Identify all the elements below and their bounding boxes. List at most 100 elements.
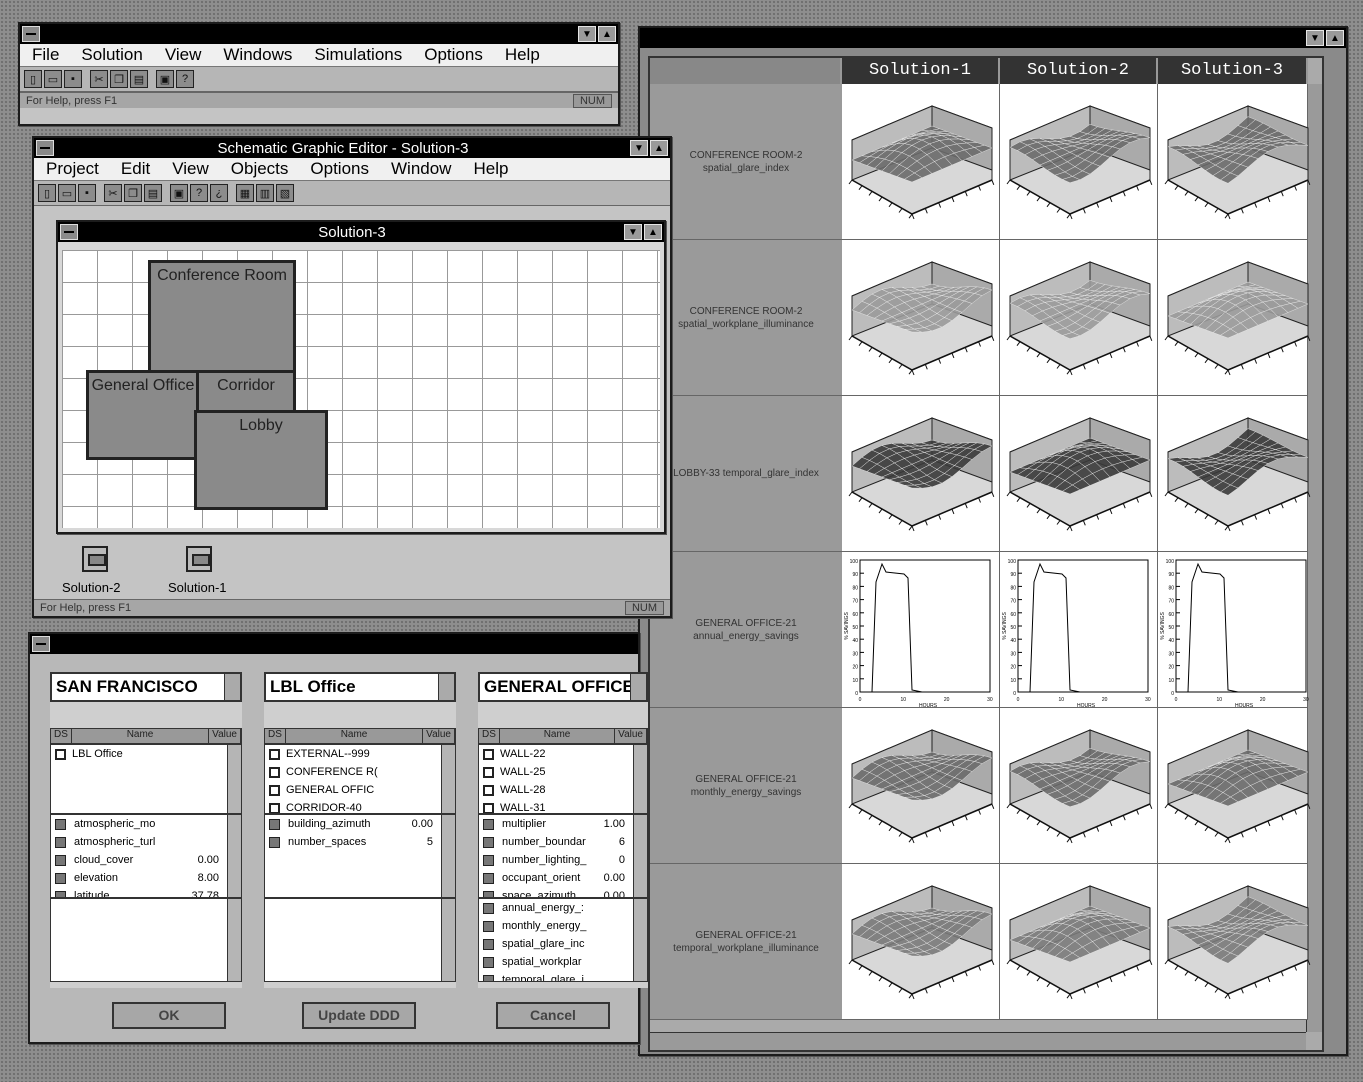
object-row[interactable]: GENERAL OFFIC bbox=[265, 781, 455, 799]
print-icon[interactable]: ▣ bbox=[156, 70, 174, 88]
editor-system-menu-icon[interactable] bbox=[36, 140, 54, 156]
object-row[interactable]: WALL-22 bbox=[479, 745, 647, 763]
maximize-button[interactable]: ▲ bbox=[598, 26, 616, 42]
context-help-icon[interactable]: ¿ bbox=[210, 184, 228, 202]
combo-arrow-icon[interactable] bbox=[630, 674, 646, 700]
browser-title-bar[interactable] bbox=[30, 634, 638, 654]
location-combo[interactable]: SAN FRANCISCO bbox=[50, 672, 242, 702]
save-icon[interactable]: ▪ bbox=[64, 70, 82, 88]
paste-icon[interactable]: ▤ bbox=[130, 70, 148, 88]
document-maximize-button[interactable]: ▲ bbox=[644, 224, 662, 240]
combo-arrow-icon[interactable] bbox=[438, 674, 454, 700]
row-label[interactable]: CONFERENCE ROOM-2 spatial_workplane_illu… bbox=[650, 240, 842, 396]
graph-cell[interactable] bbox=[1158, 84, 1311, 240]
solution-2-icon-label[interactable]: Solution-2 bbox=[62, 580, 121, 595]
object-row[interactable]: WALL-31 bbox=[479, 799, 647, 813]
header-value[interactable]: Value bbox=[209, 729, 241, 743]
graph-cell[interactable] bbox=[1000, 864, 1158, 1020]
schematic-canvas[interactable]: Conference Room General Office Corridor … bbox=[62, 250, 660, 528]
graph-cell[interactable] bbox=[842, 708, 1000, 864]
graph-cell[interactable] bbox=[1158, 708, 1311, 864]
object-row[interactable]: WALL-25 bbox=[479, 763, 647, 781]
output-row[interactable]: spatial_glare_inc bbox=[479, 935, 647, 953]
document-system-menu-icon[interactable] bbox=[60, 224, 78, 240]
editor-menu-edit[interactable]: Edit bbox=[121, 159, 150, 179]
grid-toggle-icon[interactable]: ▦ bbox=[236, 184, 254, 202]
room-lobby[interactable]: Lobby bbox=[194, 410, 328, 510]
layout-icon[interactable]: ▥ bbox=[256, 184, 274, 202]
print-schematic-icon[interactable]: ▣ bbox=[170, 184, 188, 202]
graph-cell[interactable]: 100 90 80 70 60 50 40 30 20 10 0 0 10 20 30% SAVINGS HO… bbox=[1000, 552, 1158, 708]
menu-windows[interactable]: Windows bbox=[223, 45, 292, 65]
editor-menu-options[interactable]: Options bbox=[310, 159, 369, 179]
objects-list[interactable]: EXTERNAL--999 CONFERENCE R(GENERAL OFFIC C… bbox=[264, 744, 456, 814]
document-title-bar[interactable]: Solution-3 ▼ ▲ bbox=[58, 222, 664, 242]
location-combo[interactable]: LBL Office bbox=[264, 672, 456, 702]
editor-menu-window[interactable]: Window bbox=[391, 159, 451, 179]
graph-cell[interactable]: 100 90 80 70 60 50 40 30 20 10 0 0 10 20 30% SAVINGS HO… bbox=[842, 552, 1000, 708]
graph-cell[interactable] bbox=[1000, 84, 1158, 240]
solution-1-document-icon[interactable] bbox=[186, 546, 212, 572]
header-name[interactable]: Name bbox=[500, 729, 616, 743]
attribute-row[interactable]: number_boundar 6 bbox=[479, 833, 647, 851]
save-project-icon[interactable]: ▪ bbox=[78, 184, 96, 202]
menu-solution[interactable]: Solution bbox=[81, 45, 142, 65]
output-row[interactable]: monthly_energy_ bbox=[479, 917, 647, 935]
minimize-button[interactable]: ▼ bbox=[578, 26, 596, 42]
outputs-scrollbar[interactable] bbox=[633, 899, 647, 981]
new-project-icon[interactable]: ▯ bbox=[38, 184, 56, 202]
attribute-row[interactable]: space_azimuth 0.00 bbox=[479, 887, 647, 897]
help-icon[interactable]: ? bbox=[176, 70, 194, 88]
attribute-row[interactable]: number_lighting_ 0 bbox=[479, 851, 647, 869]
attributes-scrollbar[interactable] bbox=[633, 815, 647, 897]
header-ds[interactable]: DS bbox=[265, 729, 286, 743]
system-menu-icon[interactable] bbox=[22, 26, 40, 42]
new-file-icon[interactable]: ▯ bbox=[24, 70, 42, 88]
open-project-icon[interactable]: ▭ bbox=[58, 184, 76, 202]
graph-maximize-button[interactable]: ▲ bbox=[1326, 30, 1344, 46]
graph-cell[interactable] bbox=[1158, 396, 1311, 552]
objects-list[interactable]: LBL Office bbox=[50, 744, 242, 814]
browser-system-menu-icon[interactable] bbox=[32, 636, 50, 652]
graph-cell[interactable] bbox=[842, 84, 1000, 240]
attribute-row[interactable]: building_azimuth 0.00 bbox=[265, 815, 455, 833]
attribute-row[interactable]: atmospheric_turl bbox=[51, 833, 241, 851]
graph-cell[interactable] bbox=[1000, 708, 1158, 864]
editor-menu-help[interactable]: Help bbox=[473, 159, 508, 179]
cancel-button[interactable]: Cancel bbox=[496, 1002, 610, 1029]
open-file-icon[interactable]: ▭ bbox=[44, 70, 62, 88]
graph-title-bar[interactable]: ▼ ▲ bbox=[640, 28, 1346, 48]
cut-icon[interactable]: ✂ bbox=[90, 70, 108, 88]
menu-simulations[interactable]: Simulations bbox=[314, 45, 402, 65]
copy-object-icon[interactable]: ❐ bbox=[124, 184, 142, 202]
graph-cell[interactable] bbox=[1158, 240, 1311, 396]
attribute-row[interactable]: atmospheric_mo bbox=[51, 815, 241, 833]
solution-1-icon-label[interactable]: Solution-1 bbox=[168, 580, 227, 595]
header-name[interactable]: Name bbox=[72, 729, 210, 743]
cut-object-icon[interactable]: ✂ bbox=[104, 184, 122, 202]
help-question-icon[interactable]: ? bbox=[190, 184, 208, 202]
editor-title-bar[interactable]: Schematic Graphic Editor - Solution-3 ▼ … bbox=[34, 138, 670, 158]
output-row[interactable]: annual_energy_: bbox=[479, 899, 647, 917]
graph-cell[interactable] bbox=[842, 396, 1000, 552]
objects-list[interactable]: WALL-22 WALL-25 WALL-28 WALL-31 bbox=[478, 744, 648, 814]
solution-2-document-icon[interactable] bbox=[82, 546, 108, 572]
attribute-row[interactable]: latitude 37.78 bbox=[51, 887, 241, 897]
paste-object-icon[interactable]: ▤ bbox=[144, 184, 162, 202]
object-row[interactable]: CORRIDOR-40 bbox=[265, 799, 455, 813]
object-row[interactable]: LBL Office bbox=[51, 745, 241, 763]
attribute-row[interactable]: cloud_cover 0.00 bbox=[51, 851, 241, 869]
objects-scrollbar[interactable] bbox=[441, 745, 455, 813]
graph-cell[interactable] bbox=[842, 864, 1000, 1020]
outputs-scrollbar[interactable] bbox=[441, 899, 455, 981]
header-name[interactable]: Name bbox=[286, 729, 424, 743]
editor-menu-objects[interactable]: Objects bbox=[231, 159, 289, 179]
graph-cell[interactable] bbox=[842, 240, 1000, 396]
attributes-scrollbar[interactable] bbox=[441, 815, 455, 897]
main-title-bar[interactable]: ▼ ▲ bbox=[20, 24, 618, 44]
column-header-solution-2[interactable]: Solution-2 bbox=[1000, 58, 1158, 84]
attribute-row[interactable]: number_spaces 5 bbox=[265, 833, 455, 851]
outputs-list[interactable]: annual_energy_: monthly_energy_ spatial_gl… bbox=[478, 898, 648, 982]
attributes-scrollbar[interactable] bbox=[227, 815, 241, 897]
object-row[interactable]: WALL-28 bbox=[479, 781, 647, 799]
